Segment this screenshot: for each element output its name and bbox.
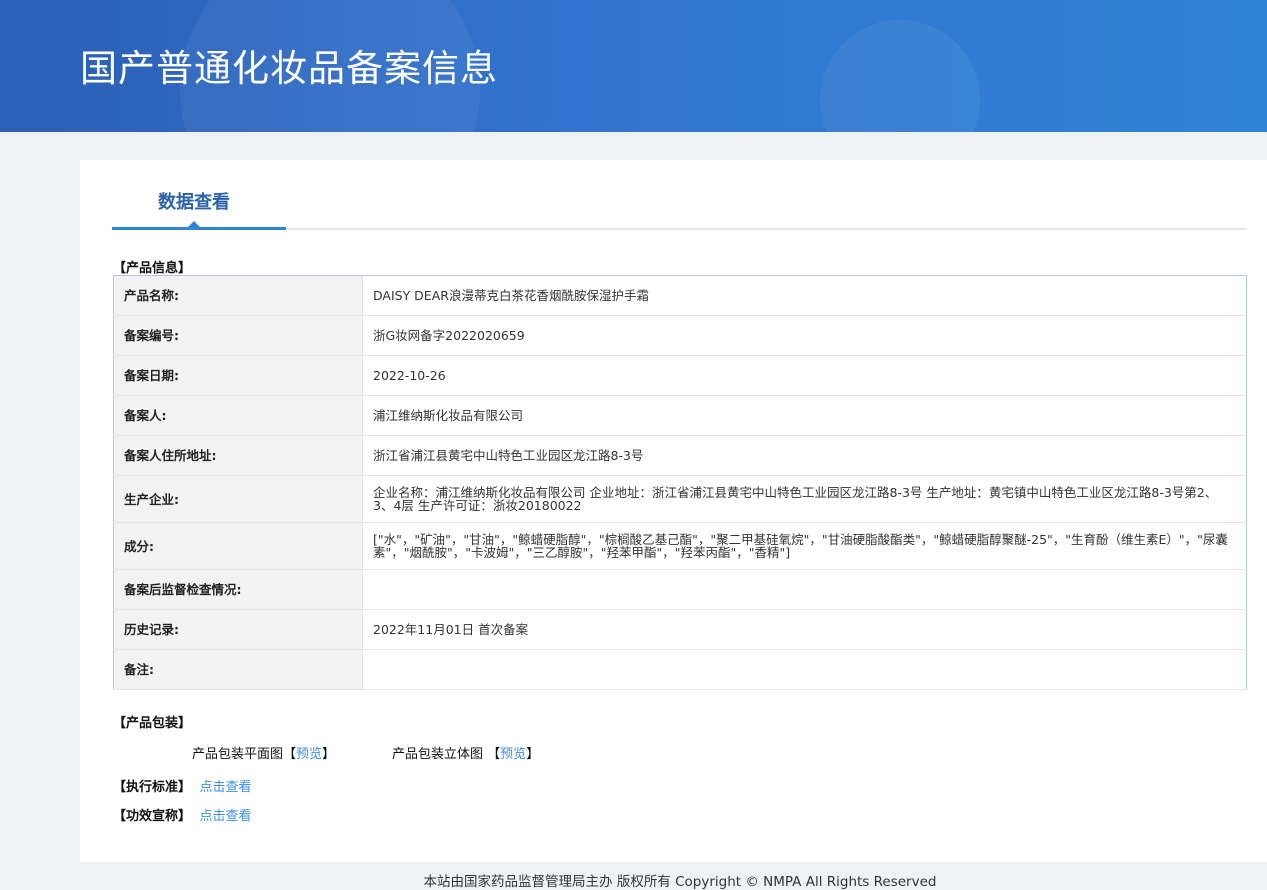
content-card: 数据查看 【产品信息】 产品名称: DAISY DEAR浪漫蒂克白茶花香烟酰胺保湿… bbox=[80, 160, 1267, 862]
row-value: 2022年11月01日 首次备案 bbox=[362, 609, 1247, 650]
efficacy-row: 【功效宣称】 点击查看 bbox=[113, 805, 252, 824]
bracket: 【 bbox=[283, 747, 297, 762]
active-tab-arrow-icon bbox=[188, 221, 200, 227]
row-value bbox=[362, 569, 1247, 610]
table-row: 备注: bbox=[113, 649, 1247, 690]
row-label: 生产企业: bbox=[113, 475, 363, 523]
row-label: 备案人: bbox=[113, 395, 363, 436]
standard-view-link[interactable]: 点击查看 bbox=[200, 780, 252, 795]
header-decoration bbox=[820, 20, 980, 132]
bracket: 】 bbox=[322, 747, 336, 762]
package-solid-item: 产品包装立体图 【预览】 bbox=[392, 743, 539, 762]
footer-copyright: 本站由国家药品监督管理局主办 版权所有 Copyright © NMPA All… bbox=[423, 874, 937, 890]
row-label: 备案人住所地址: bbox=[113, 435, 363, 476]
product-info-table: 产品名称: DAISY DEAR浪漫蒂克白茶花香烟酰胺保湿护手霜 备案编号: 浙G妆网… bbox=[113, 275, 1247, 690]
row-label: 备注: bbox=[113, 649, 363, 690]
row-label: 备案编号: bbox=[113, 315, 363, 356]
row-label: 备案后监督检查情况: bbox=[113, 569, 363, 610]
table-row: 产品名称: DAISY DEAR浪漫蒂克白茶花香烟酰胺保湿护手霜 bbox=[113, 275, 1247, 316]
efficacy-label: 【功效宣称】 bbox=[113, 809, 192, 824]
row-value: 浙G妆网备字2022020659 bbox=[362, 315, 1247, 356]
package-solid-label: 产品包装立体图 bbox=[392, 747, 484, 762]
table-row: 备案人: 浦江维纳斯化妆品有限公司 bbox=[113, 395, 1247, 436]
row-value bbox=[362, 649, 1247, 690]
page-title: 国产普通化妆品备案信息 bbox=[80, 47, 498, 90]
bracket: 】 bbox=[526, 747, 540, 762]
package-flat-label: 产品包装平面图 bbox=[192, 747, 284, 762]
table-row: 备案日期: 2022-10-26 bbox=[113, 355, 1247, 396]
standard-row: 【执行标准】 点击查看 bbox=[113, 776, 252, 795]
table-row: 备案后监督检查情况: bbox=[113, 569, 1247, 610]
table-row: 备案编号: 浙G妆网备字2022020659 bbox=[113, 315, 1247, 356]
row-value: 浙江省浦江县黄宅中山特色工业园区龙江路8-3号 bbox=[362, 435, 1247, 476]
row-value: 浦江维纳斯化妆品有限公司 bbox=[362, 395, 1247, 436]
page-header: 国产普通化妆品备案信息 bbox=[0, 0, 1267, 132]
table-row: 历史记录: 2022年11月01日 首次备案 bbox=[113, 609, 1247, 650]
row-label: 成分: bbox=[113, 522, 363, 570]
standard-label: 【执行标准】 bbox=[113, 780, 192, 795]
package-flat-preview-link[interactable]: 预览 bbox=[296, 747, 322, 762]
row-label: 产品名称: bbox=[113, 275, 363, 316]
tab-data-view[interactable]: 数据查看 bbox=[158, 188, 230, 214]
table-row: 成分: ["水"，"矿油"，"甘油"，"鲸蜡硬脂醇"，"棕榈酸乙基己酯"，"聚二甲… bbox=[113, 522, 1247, 570]
package-flat-item: 产品包装平面图【预览】 bbox=[192, 743, 335, 762]
bracket: 【 bbox=[487, 747, 501, 762]
row-label: 备案日期: bbox=[113, 355, 363, 396]
active-tab-underline bbox=[112, 227, 286, 230]
table-row: 生产企业: 企业名称：浦江维纳斯化妆品有限公司 企业地址：浙江省浦江县黄宅中山特色… bbox=[113, 475, 1247, 523]
packaging-heading: 【产品包装】 bbox=[113, 716, 192, 731]
package-solid-preview-link[interactable]: 预览 bbox=[500, 747, 526, 762]
row-value: DAISY DEAR浪漫蒂克白茶花香烟酰胺保湿护手霜 bbox=[362, 275, 1247, 316]
product-info-heading: 【产品信息】 bbox=[113, 261, 192, 276]
row-label: 历史记录: bbox=[113, 609, 363, 650]
efficacy-view-link[interactable]: 点击查看 bbox=[200, 809, 252, 824]
row-value: 企业名称：浦江维纳斯化妆品有限公司 企业地址：浙江省浦江县黄宅中山特色工业园区龙… bbox=[362, 475, 1247, 523]
row-value: ["水"，"矿油"，"甘油"，"鲸蜡硬脂醇"，"棕榈酸乙基己酯"，"聚二甲基硅氧… bbox=[362, 522, 1247, 570]
table-row: 备案人住所地址: 浙江省浦江县黄宅中山特色工业园区龙江路8-3号 bbox=[113, 435, 1247, 476]
row-value: 2022-10-26 bbox=[362, 355, 1247, 396]
